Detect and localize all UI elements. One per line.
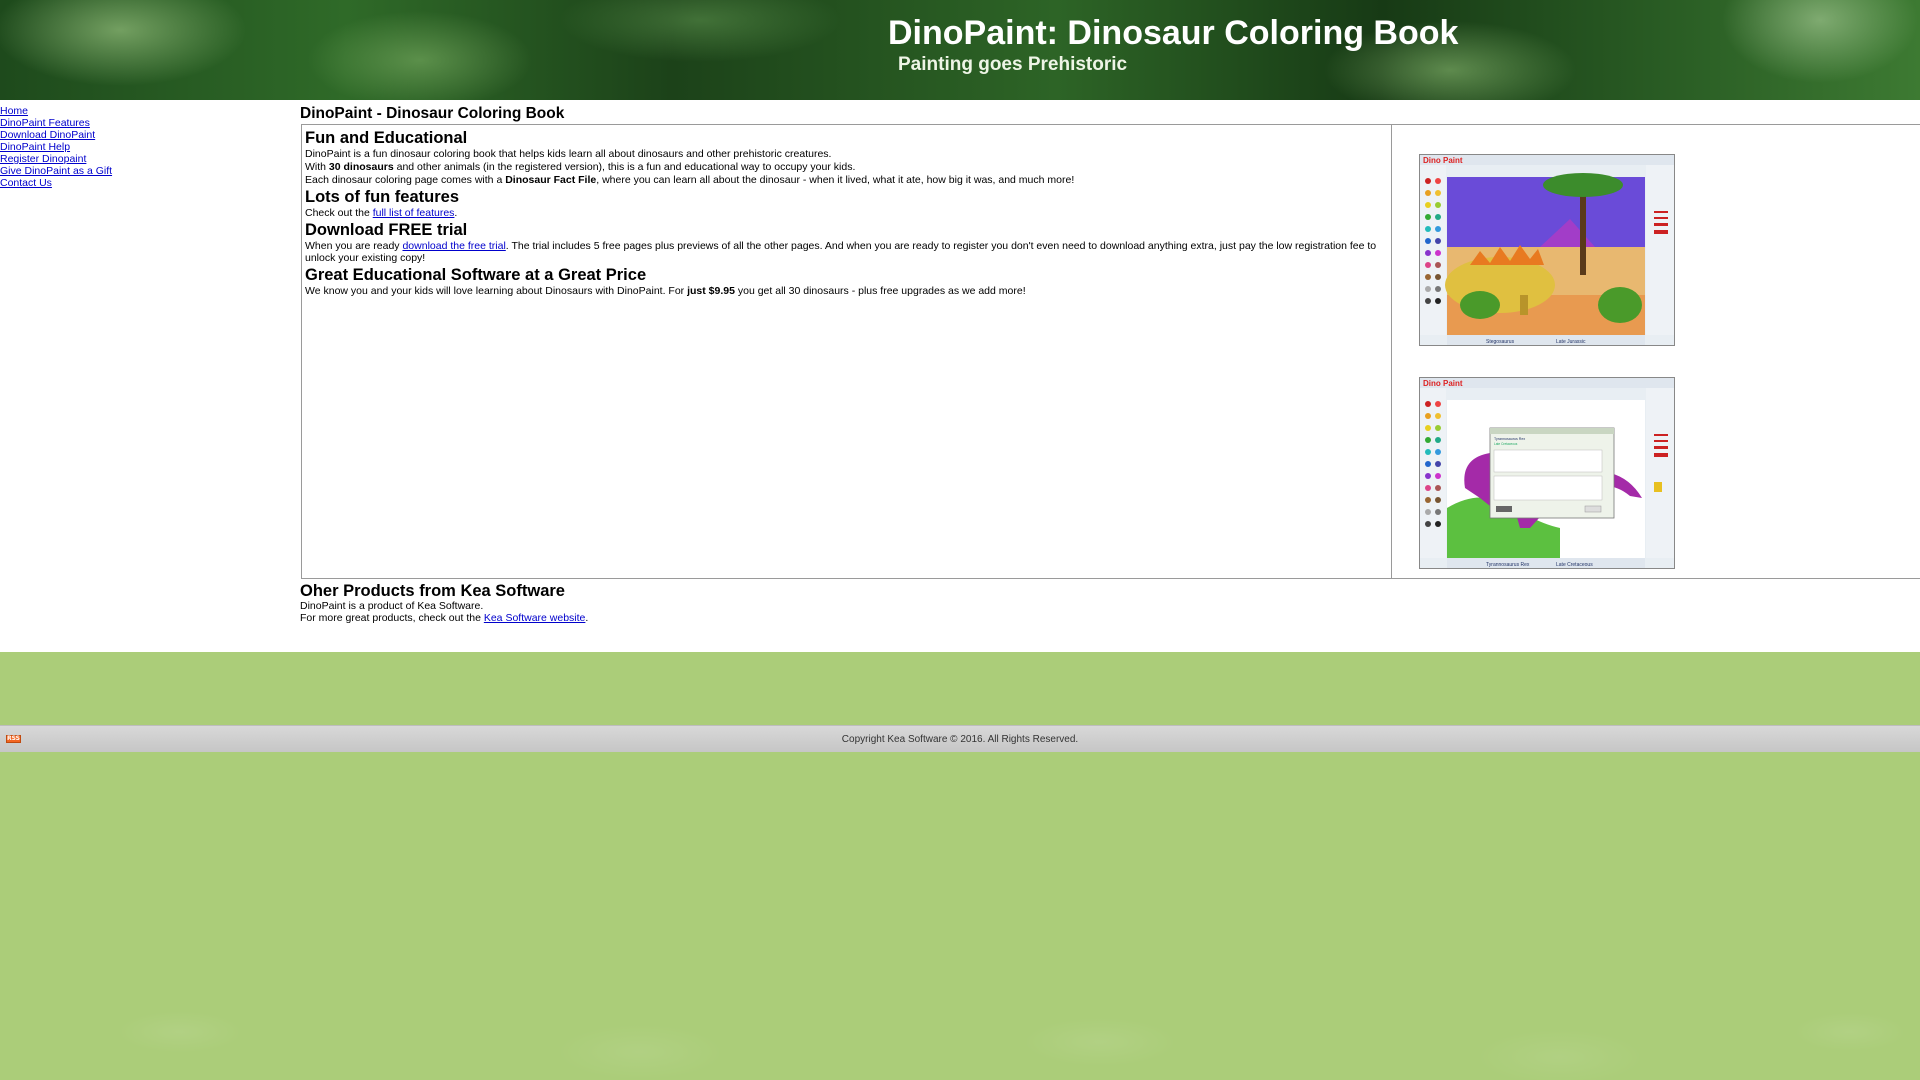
site-header-banner: DinoPaint: Dinosaur Coloring Book Painti… (0, 0, 1920, 100)
background-fern-pattern (0, 652, 1920, 1080)
kea-software-website-link[interactable]: Kea Software website (484, 612, 586, 624)
fact-file-subtitle: Late Cretaceous (1494, 442, 1518, 446)
site-footer: RSS Copyright Kea Software © 2016. All R… (0, 725, 1920, 752)
sidebar-item-gift[interactable]: Give DinoPaint as a Gift (0, 165, 290, 177)
site-title: DinoPaint: Dinosaur Coloring Book (888, 14, 1459, 52)
app-logo-text: Dino Paint (1423, 156, 1463, 165)
section-text: With 30 dinosaurs and other animals (in … (305, 161, 856, 173)
screenshot-caption-right: Late Cretaceous (1556, 562, 1593, 568)
sidebar-item-contact[interactable]: Contact Us (0, 177, 290, 189)
section-heading-features: Lots of fun features (305, 188, 460, 206)
section-text: DinoPaint is a fun dinosaur coloring boo… (305, 148, 832, 160)
sidebar-nav: Home DinoPaint Features Download DinoPai… (0, 105, 290, 189)
screenshot-caption-right: Late Jurassic (1556, 339, 1586, 345)
screenshot-caption-left: Tyrannosaurus Rex (1486, 562, 1530, 568)
emphasis-text: 30 dinosaurs (328, 161, 394, 173)
other-products-heading: Oher Products from Kea Software (300, 582, 565, 600)
copyright-text: Copyright Kea Software © 2016. All Right… (841, 734, 1079, 745)
section-text: When you are ready download the free tri… (305, 240, 1377, 264)
sidebar-item-help[interactable]: DinoPaint Help (0, 141, 290, 153)
other-products-line: For more great products, check out the K… (300, 612, 589, 624)
section-heading-fun: Fun and Educational (305, 129, 468, 147)
content-box: Fun and Educational DinoPaint is a fun d… (301, 124, 1920, 579)
price-text: just $9.95 (687, 285, 735, 297)
emphasis-text: Dinosaur Fact File (505, 174, 597, 186)
page-title: DinoPaint - Dinosaur Coloring Book (300, 105, 565, 122)
features-list-link[interactable]: full list of features (373, 207, 455, 219)
section-text: We know you and your kids will love lear… (305, 285, 1026, 297)
app-logo-text: Dino Paint (1423, 379, 1463, 388)
page-content: Home DinoPaint Features Download DinoPai… (0, 100, 1920, 752)
section-heading-download: Download FREE trial (305, 221, 468, 239)
section-text: Check out the full list of features. (305, 207, 458, 219)
download-trial-link[interactable]: download the free trial (402, 240, 505, 252)
content-text-column: Fun and Educational DinoPaint is a fun d… (302, 125, 1392, 578)
site-tagline: Painting goes Prehistoric (898, 54, 1128, 75)
fact-file-title: Tyrannosaurus Rex (1494, 437, 1525, 441)
screenshot-column: Dino Paint Stegosaurus Late Jurassic Din… (1392, 125, 1920, 578)
section-heading-price: Great Educational Software at a Great Pr… (305, 266, 647, 284)
other-products-line: DinoPaint is a product of Kea Software. (300, 600, 484, 612)
app-screenshot-image: Dino Paint (1420, 378, 1674, 568)
sidebar-item-home[interactable]: Home (0, 105, 290, 117)
section-text: Each dinosaur coloring page comes with a… (305, 174, 1075, 186)
sidebar-item-features[interactable]: DinoPaint Features (0, 117, 290, 129)
screenshot-stegosaurus: Dino Paint Stegosaurus Late Jurassic (1419, 154, 1675, 346)
sidebar-item-download[interactable]: Download DinoPaint (0, 129, 290, 141)
screenshot-trex-fact-file: Dino Paint Tyrannosaurus Rex Late Cretac… (1419, 377, 1675, 569)
sidebar-item-register[interactable]: Register Dinopaint (0, 153, 290, 165)
other-products-text: DinoPaint is a product of Kea Software. … (300, 600, 588, 624)
screenshot-caption-left: Stegosaurus (1486, 339, 1515, 345)
app-screenshot-image: Dino Paint (1420, 155, 1674, 345)
